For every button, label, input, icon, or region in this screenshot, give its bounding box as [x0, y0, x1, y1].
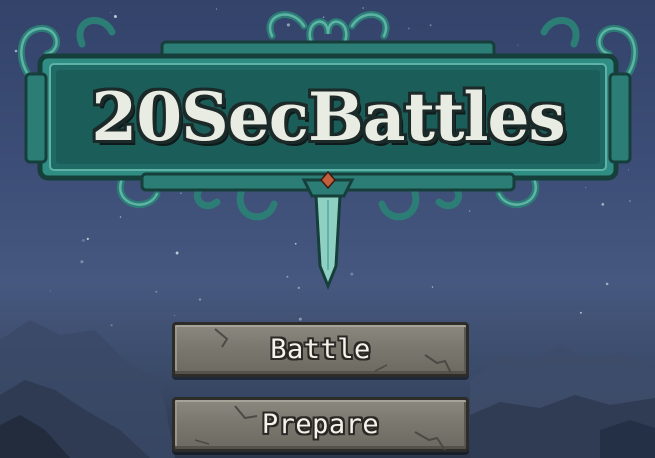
battle-button[interactable]: Battle	[172, 322, 469, 377]
prepare-button-label: Prepare	[261, 409, 380, 440]
game-title: 20SecBattles	[91, 78, 565, 156]
battle-button-label: Battle	[270, 334, 371, 365]
game-logo: 20SecBattles	[12, 4, 644, 294]
title-screen: 20SecBattles Battle Prepare	[0, 0, 655, 458]
prepare-button[interactable]: Prepare	[172, 397, 469, 452]
